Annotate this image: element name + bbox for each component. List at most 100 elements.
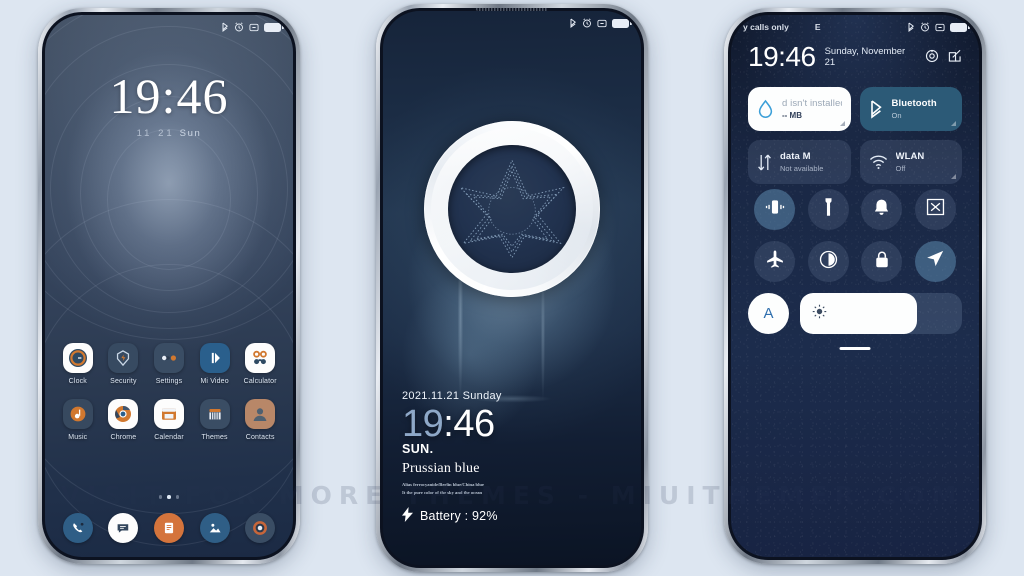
lock-icon	[874, 250, 890, 274]
battery-icon	[264, 22, 284, 32]
app-security[interactable]: Security	[101, 343, 147, 385]
lockscreen-time: 19:46	[402, 403, 495, 445]
home-indicator[interactable]	[839, 347, 871, 350]
bluetooth-icon	[570, 18, 577, 28]
tile-expand-icon[interactable]	[951, 174, 956, 179]
page-dot-active[interactable]	[167, 495, 171, 499]
battery-icon	[612, 18, 632, 28]
app-mi-video[interactable]: Mi Video	[192, 343, 238, 385]
dock	[55, 513, 283, 548]
auto-brightness-button[interactable]: A	[748, 293, 789, 334]
wifi-icon	[869, 154, 888, 170]
app-calendar[interactable]: Calendar	[146, 399, 192, 441]
app-chrome[interactable]: Chrome	[101, 399, 147, 441]
quick-toggles	[748, 189, 962, 282]
dock-item-gallery[interactable]	[192, 513, 238, 548]
lockscreen-info: 2021.11.21 Sunday 19:46 SUN. Prussian bl…	[402, 390, 502, 525]
tile-expand-icon[interactable]	[839, 121, 845, 126]
tile-subtitle: -- MB	[782, 110, 802, 120]
gallery-icon	[199, 513, 230, 543]
themes-icon	[199, 399, 230, 429]
page-indicator[interactable]	[45, 495, 293, 499]
app-label: Mi Video	[200, 378, 229, 385]
theme-title: Prussian blue	[402, 461, 480, 476]
lockscreen-time: 19:46	[109, 68, 229, 124]
status-icons	[570, 18, 632, 28]
carrier-label: y calls only	[743, 22, 789, 32]
quick-settings-tiles: d isn't installed -- MB Bluetooth On dat…	[748, 87, 962, 184]
app-contacts[interactable]: Contacts	[237, 399, 283, 441]
app-label: Contacts	[245, 434, 275, 441]
control-center-header: 19:46 Sunday, November 21	[748, 43, 962, 71]
app-clock[interactable]: Clock	[55, 343, 101, 385]
page-dot[interactable]	[158, 495, 163, 499]
phone3-bezel: y calls only E 19:46 Sunday, November 21…	[728, 12, 982, 560]
toggle-screenshot[interactable]	[914, 189, 956, 230]
battery-status: Battery : 92%	[402, 507, 502, 525]
contrast-icon	[819, 250, 838, 274]
tile-title: WLAN	[895, 151, 925, 163]
ring-widget-inner	[448, 145, 576, 273]
app-label: Security	[110, 378, 137, 385]
shield-icon	[108, 343, 139, 373]
dock-item-phone[interactable]	[55, 513, 101, 548]
phone1-bezel: 19:46 11 21 Sun Clock Security Settings …	[42, 12, 296, 560]
toggle-location[interactable]	[914, 241, 956, 282]
app-settings[interactable]: Settings	[146, 343, 192, 385]
airplane-icon	[765, 249, 785, 274]
screenshot-icon	[926, 198, 945, 221]
app-grid: Clock Security Settings Mi Video Calcula…	[55, 343, 283, 441]
bell-icon	[873, 198, 890, 222]
toggle-vibrate[interactable]	[754, 189, 796, 230]
message-icon	[108, 513, 139, 543]
tile-mobile-data[interactable]: data M Not available	[748, 140, 851, 184]
toggle-dark-mode[interactable]	[807, 241, 849, 282]
data-arrows-icon	[757, 153, 772, 172]
app-label: Music	[68, 434, 88, 441]
ring-clock-widget[interactable]	[424, 121, 600, 297]
app-themes[interactable]: Themes	[192, 399, 238, 441]
clock-icon	[62, 343, 93, 373]
vibrate-icon	[249, 23, 259, 32]
phone2-bezel: 2021.11.21 Sunday 19:46 SUN. Prussian bl…	[380, 8, 644, 568]
dock-item-notes[interactable]	[146, 513, 192, 548]
phone-icon	[62, 513, 93, 543]
dock-item-camera[interactable]	[237, 513, 283, 548]
page-dot[interactable]	[175, 495, 180, 499]
tile-bluetooth[interactable]: Bluetooth On	[859, 87, 962, 131]
app-label: Calendar	[154, 434, 184, 441]
tile-title: data M	[780, 151, 811, 163]
camera-icon	[245, 513, 276, 543]
mockup-stage: 19:46 11 21 Sun Clock Security Settings …	[0, 0, 1024, 576]
vibrate-icon	[935, 23, 945, 32]
brightness-row: A	[748, 293, 962, 334]
toggle-airplane-mode[interactable]	[754, 241, 796, 282]
toggle-flashlight[interactable]	[807, 189, 849, 230]
phone1-screen: 19:46 11 21 Sun Clock Security Settings …	[45, 15, 293, 557]
toggle-ringer[interactable]	[861, 189, 903, 230]
tile-subtitle: Off	[895, 163, 906, 173]
battery-icon	[950, 22, 970, 32]
dock-item-messages[interactable]	[101, 513, 147, 548]
tile-wlan[interactable]: WLAN Off	[859, 140, 962, 184]
charging-bolt-icon	[402, 507, 413, 525]
edit-icon[interactable]	[948, 49, 962, 68]
music-icon	[62, 399, 93, 429]
app-label: Themes	[201, 434, 228, 441]
app-music[interactable]: Music	[55, 399, 101, 441]
dotted-star-icon	[459, 159, 565, 259]
calculator-icon	[245, 343, 276, 373]
tile-expand-icon[interactable]	[951, 121, 956, 126]
alarm-icon	[920, 22, 930, 32]
tile-data-saver[interactable]: d isn't installed -- MB	[748, 87, 851, 131]
phone3-screen: y calls only E 19:46 Sunday, November 21…	[731, 15, 979, 557]
bluetooth-icon	[908, 22, 915, 32]
app-calculator[interactable]: Calculator	[237, 343, 283, 385]
toggle-rotation-lock[interactable]	[861, 241, 903, 282]
tile-subtitle: Not available	[780, 163, 824, 173]
brightness-slider[interactable]	[800, 293, 962, 334]
bluetooth-icon	[222, 22, 229, 32]
settings-gear-icon[interactable]	[925, 49, 939, 68]
phone-mockup-lockscreen: 19:46 11 21 Sun Clock Security Settings …	[38, 8, 300, 564]
tile-title: d isn't installed	[782, 98, 842, 110]
